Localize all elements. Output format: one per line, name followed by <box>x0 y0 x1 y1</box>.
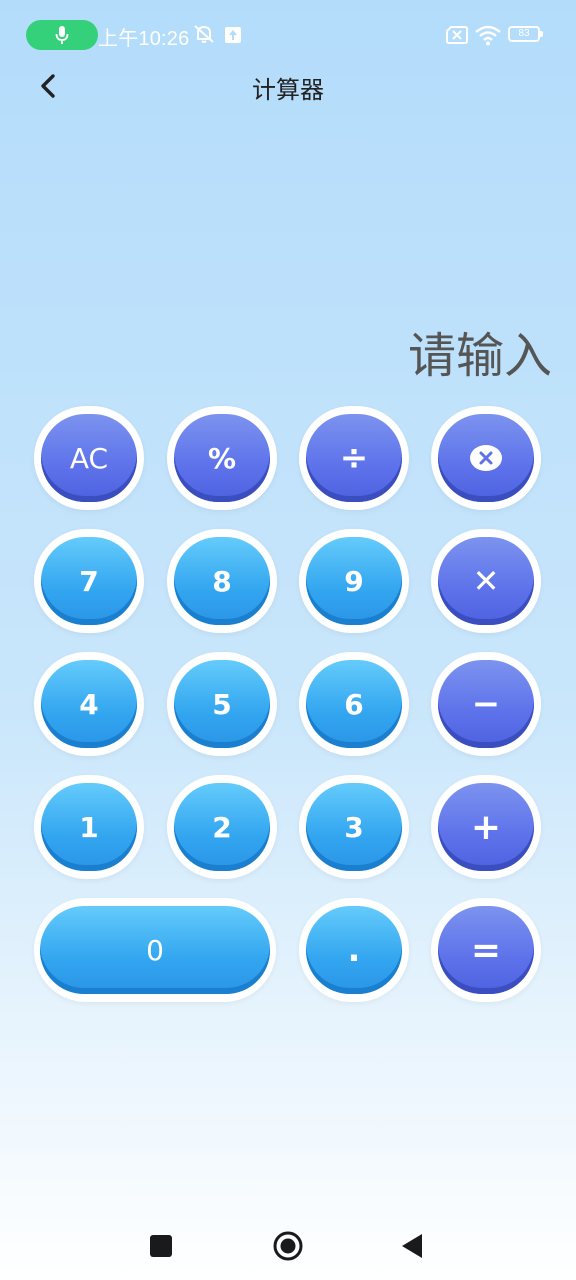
nav-back-button[interactable] <box>394 1228 430 1264</box>
decimal-point-label: . <box>306 906 402 994</box>
plus-button[interactable]: + <box>431 775 541 879</box>
home-icon <box>273 1231 303 1261</box>
percent-label: % <box>174 414 270 502</box>
mic-icon <box>55 26 69 44</box>
minus-label: − <box>438 660 534 748</box>
equals-label: = <box>438 906 534 994</box>
digit-9-button[interactable]: 9 <box>299 529 409 633</box>
ac-label: AC <box>41 414 137 502</box>
multiply-label: ✕ <box>438 537 534 625</box>
page-title: 计算器 <box>252 76 324 104</box>
divide-button[interactable]: ÷ <box>299 406 409 510</box>
digit-8-button[interactable]: 8 <box>167 529 277 633</box>
mute-icon <box>194 25 214 43</box>
plus-label: + <box>438 783 534 871</box>
digit-9-label: 9 <box>306 537 402 625</box>
upload-icon <box>225 27 241 43</box>
back-icon <box>402 1234 422 1258</box>
digit-5-label: 5 <box>174 660 270 748</box>
digit-6-button[interactable]: 6 <box>299 652 409 756</box>
digit-7-button[interactable]: 7 <box>34 529 144 633</box>
header: 计算器 <box>0 56 576 116</box>
recent-apps-button[interactable] <box>143 1228 179 1264</box>
digit-1-label: 1 <box>41 783 137 871</box>
digit-3-button[interactable]: 3 <box>299 775 409 879</box>
digit-4-label: 4 <box>41 660 137 748</box>
digit-3-label: 3 <box>306 783 402 871</box>
digit-7-label: 7 <box>41 537 137 625</box>
digit-2-label: 2 <box>174 783 270 871</box>
battery-icon: 83 <box>508 26 543 42</box>
no-sim-icon <box>446 26 468 44</box>
digit-4-button[interactable]: 4 <box>34 652 144 756</box>
recent-apps-icon <box>150 1235 172 1257</box>
multiply-button[interactable]: ✕ <box>431 529 541 633</box>
decimal-point-button[interactable]: . <box>299 898 409 1002</box>
home-button[interactable] <box>270 1228 306 1264</box>
digit-6-label: 6 <box>306 660 402 748</box>
digit-8-label: 8 <box>174 537 270 625</box>
digit-5-button[interactable]: 5 <box>167 652 277 756</box>
system-nav-bar <box>0 1210 576 1280</box>
status-time: 上午10:26 <box>98 28 190 50</box>
minus-button[interactable]: − <box>431 652 541 756</box>
mic-indicator[interactable] <box>26 20 98 50</box>
digit-0-button[interactable]: 0 <box>34 898 276 1002</box>
percent-button[interactable]: % <box>167 406 277 510</box>
ac-button[interactable]: AC <box>34 406 144 510</box>
divide-label: ÷ <box>306 414 402 502</box>
backspace-icon <box>470 445 502 471</box>
digit-0-label: 0 <box>40 906 270 994</box>
backspace-button[interactable] <box>431 406 541 510</box>
calculator-display: 请输入 <box>407 328 552 384</box>
digit-2-button[interactable]: 2 <box>167 775 277 879</box>
digit-1-button[interactable]: 1 <box>34 775 144 879</box>
equals-button[interactable]: = <box>431 898 541 1002</box>
wifi-icon <box>475 25 501 46</box>
